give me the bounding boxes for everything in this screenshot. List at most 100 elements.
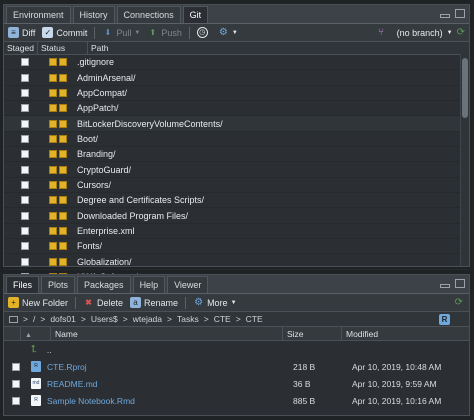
home-icon[interactable] (9, 315, 18, 323)
tab-connections[interactable]: Connections (116, 6, 181, 23)
git-file-row[interactable]: Downloaded Program Files/ (4, 208, 469, 224)
more-settings-button[interactable]: ⚙ ▼ (218, 27, 238, 38)
git-table-header: Staged Status Path (4, 41, 469, 55)
file-row[interactable]: R CTE.Rproj 218 B Apr 10, 2019, 10:48 AM (4, 358, 469, 375)
file-name-link[interactable]: Sample Notebook.Rmd (47, 396, 135, 406)
breadcrumb-current[interactable]: CTE (246, 314, 263, 324)
git-file-row[interactable]: AppCompat/ (4, 86, 469, 102)
rename-button[interactable]: a Rename (130, 297, 178, 308)
name-column-header[interactable]: Name (51, 326, 283, 341)
commit-button[interactable]: ✓ Commit (42, 27, 87, 38)
history-button[interactable]: ◷ (196, 27, 211, 38)
rename-label: Rename (144, 297, 179, 308)
untracked-status-badge (49, 242, 57, 251)
modified-column-header[interactable]: Modified (342, 327, 469, 341)
path-column-header[interactable]: Path (88, 42, 462, 55)
git-file-row[interactable]: Branding/ (4, 147, 469, 163)
vertical-scrollbar[interactable] (460, 54, 469, 266)
git-file-row[interactable]: Globalization/ (4, 254, 469, 270)
staged-checkbox[interactable] (21, 119, 29, 128)
git-file-row[interactable]: Enterprise.xml (4, 224, 469, 240)
git-file-row[interactable]: CryptoGuard/ (4, 162, 469, 178)
git-file-row[interactable]: Fonts/ (4, 239, 469, 255)
staged-checkbox[interactable] (21, 226, 29, 235)
r-project-icon[interactable]: R (439, 313, 450, 325)
scrollbar-thumb[interactable] (462, 58, 468, 118)
staged-checkbox[interactable] (21, 257, 29, 266)
more-button[interactable]: ⚙ More ▼ (193, 297, 236, 308)
status-column-header[interactable]: Status (38, 41, 88, 55)
breadcrumb-item[interactable]: CTE (214, 314, 231, 324)
breadcrumb-item[interactable]: Users$ (91, 314, 118, 324)
git-file-row[interactable]: BitLockerDiscoveryVolumeContents/ (4, 116, 469, 132)
tab-files[interactable]: Files (6, 276, 40, 293)
refresh-icon[interactable]: ⟳ (455, 297, 463, 308)
parent-directory-link[interactable]: .. (47, 345, 52, 355)
size-column-header[interactable]: Size (283, 326, 342, 341)
branch-area: ⑂ (no branch) ▼ ⟳ (376, 27, 465, 38)
file-name-link[interactable]: README.md (47, 379, 98, 389)
tab-packages[interactable]: Packages (77, 276, 131, 293)
file-path: Globalization/ (77, 256, 132, 267)
staged-checkbox[interactable] (21, 211, 29, 220)
untracked-status-badge (59, 257, 67, 266)
pull-button[interactable]: ⬇ Pull ▼ (102, 27, 140, 38)
parent-directory-row[interactable]: ⮤ .. (4, 341, 469, 358)
pull-label: Pull (116, 27, 132, 38)
chevron-down-icon: ▼ (231, 29, 238, 36)
file-path: Cursors/ (77, 179, 112, 190)
staged-checkbox[interactable] (21, 88, 29, 97)
staged-column-header[interactable]: Staged (4, 41, 38, 55)
git-file-row[interactable]: Boot/ (4, 132, 469, 148)
untracked-status-badge (59, 226, 67, 235)
staged-checkbox[interactable] (21, 58, 29, 67)
push-button[interactable]: ⬆ Push (147, 27, 181, 38)
tab-history[interactable]: History (72, 6, 115, 23)
branch-select[interactable]: (no branch) (397, 28, 443, 38)
tab-plots[interactable]: Plots (41, 276, 76, 293)
breadcrumb-item[interactable]: wtejada (133, 314, 162, 324)
minimize-pane-button[interactable] (440, 14, 450, 18)
tab-viewer[interactable]: Viewer (167, 276, 209, 293)
delete-button[interactable]: ✖ Delete (83, 297, 123, 308)
minimize-pane-button[interactable] (440, 284, 450, 288)
untracked-status-badge (59, 165, 67, 174)
breadcrumb-item[interactable]: dofs01 (50, 314, 76, 324)
git-file-row[interactable]: Cursors/ (4, 178, 469, 194)
staged-checkbox[interactable] (21, 242, 29, 251)
staged-checkbox[interactable] (21, 104, 29, 113)
tab-help[interactable]: Help (132, 276, 166, 293)
file-select-checkbox[interactable] (12, 379, 20, 388)
breadcrumb-item[interactable]: Tasks (177, 314, 199, 324)
maximize-pane-button[interactable] (455, 279, 465, 288)
breadcrumb-root[interactable]: / (33, 314, 35, 324)
staged-checkbox[interactable] (21, 165, 29, 174)
maximize-pane-button[interactable] (455, 9, 465, 18)
new-folder-button[interactable]: + New Folder (8, 297, 68, 308)
refresh-icon[interactable]: ⟳ (457, 27, 465, 38)
file-select-checkbox[interactable] (12, 362, 20, 371)
tab-environment[interactable]: Environment (6, 6, 71, 23)
untracked-status-badge (49, 196, 57, 205)
git-file-row[interactable]: AdminArsenal/ (4, 70, 469, 86)
staged-checkbox[interactable] (21, 196, 29, 205)
up-arrow-icon: ⮤ (31, 344, 37, 355)
untracked-status-badge (49, 211, 57, 220)
file-row[interactable]: R Sample Notebook.Rmd 885 B Apr 10, 2019, 1… (4, 392, 469, 409)
file-select-checkbox[interactable] (12, 396, 20, 405)
staged-checkbox[interactable] (21, 73, 29, 82)
git-file-row[interactable]: .gitignore (4, 55, 469, 71)
clock-icon: ◷ (196, 27, 208, 38)
diff-button[interactable]: ≡ Diff (8, 27, 35, 38)
untracked-status-badge (59, 196, 67, 205)
staged-checkbox[interactable] (21, 180, 29, 189)
staged-checkbox[interactable] (21, 134, 29, 143)
select-all-column[interactable] (4, 326, 21, 341)
git-file-row[interactable]: Degree and Certificates Scripts/ (4, 193, 469, 209)
tab-git[interactable]: Git (182, 6, 209, 23)
git-file-row[interactable]: AppPatch/ (4, 101, 469, 117)
staged-checkbox[interactable] (21, 150, 29, 159)
file-row[interactable]: md README.md 36 B Apr 10, 2019, 9:59 AM (4, 375, 469, 392)
file-name-link[interactable]: CTE.Rproj (47, 362, 87, 372)
branch-icon[interactable]: ⑂ (376, 27, 387, 38)
